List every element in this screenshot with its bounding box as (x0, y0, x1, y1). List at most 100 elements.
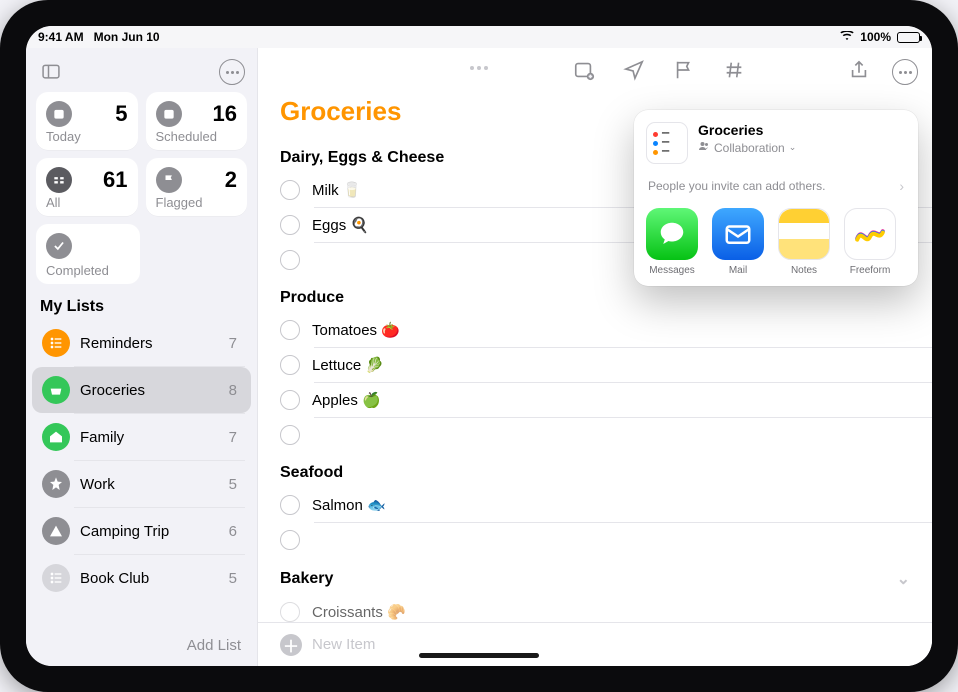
share-subtitle-text: Collaboration (714, 141, 785, 155)
flagged-label: Flagged (156, 195, 238, 210)
list-name: Reminders (80, 335, 219, 352)
item-text: Croissants 🥐 (312, 603, 406, 621)
smart-list-flagged[interactable]: 2 Flagged (146, 158, 248, 216)
list-bullet-icon (42, 329, 70, 357)
item-text: Eggs 🍳 (312, 216, 369, 234)
list-name: Camping Trip (80, 523, 219, 540)
list-count: 6 (229, 523, 237, 540)
section-header[interactable]: Bakery ⌄ (258, 557, 932, 595)
today-count: 5 (115, 101, 127, 127)
share-app-label: Mail (729, 265, 747, 276)
smart-list-scheduled[interactable]: 16 Scheduled (146, 92, 248, 150)
screen: 9:41 AM Mon Jun 10 100% (26, 26, 932, 666)
list-row-camping-trip[interactable]: Camping Trip 6 (32, 508, 251, 554)
ipad-device-frame: 9:41 AM Mon Jun 10 100% (0, 0, 958, 692)
item-text: Apples 🍏 (312, 391, 381, 409)
completed-label: Completed (46, 263, 130, 278)
reminders-app: 5 Today 16 Scheduled 6 (26, 48, 932, 666)
share-icon[interactable] (848, 59, 870, 86)
reminder-item[interactable]: Tomatoes 🍅 (258, 313, 932, 347)
chevron-right-icon: › (899, 178, 904, 194)
share-app-label: Notes (791, 265, 817, 276)
smart-list-all[interactable]: 61 All (36, 158, 138, 216)
item-radio[interactable] (280, 495, 300, 515)
empty-item-slot[interactable] (258, 418, 932, 452)
smart-list-today[interactable]: 5 Today (36, 92, 138, 150)
chevron-down-icon[interactable]: ⌄ (897, 569, 910, 589)
list-row-book-club[interactable]: Book Club 5 (32, 555, 251, 601)
share-app-mail[interactable]: Mail (712, 208, 764, 276)
smart-list-completed[interactable]: Completed (36, 224, 140, 284)
share-app-freeform[interactable]: Freeform (844, 208, 896, 276)
main-more-icon[interactable] (890, 58, 920, 86)
people-icon (698, 140, 710, 155)
section-header[interactable]: Seafood (258, 452, 932, 488)
list-row-family[interactable]: Family 7 (32, 414, 251, 460)
hashtag-icon[interactable] (723, 59, 745, 86)
add-list-button[interactable]: Add List (26, 625, 257, 666)
list-name: Family (80, 429, 219, 446)
location-icon[interactable] (623, 59, 645, 86)
reminder-item[interactable]: Lettuce 🥬 (258, 348, 932, 382)
scheduled-count: 16 (213, 101, 237, 127)
list-count: 7 (229, 335, 237, 352)
flag-icon[interactable] (673, 59, 695, 86)
plus-icon: ＋ (280, 634, 302, 656)
chevron-down-icon: ⌄ (789, 142, 797, 153)
item-radio[interactable] (280, 355, 300, 375)
share-app-messages[interactable]: Messages (646, 208, 698, 276)
all-count: 61 (103, 167, 127, 193)
empty-item-slot[interactable] (258, 523, 932, 557)
item-text: Tomatoes 🍅 (312, 321, 400, 339)
item-radio[interactable] (280, 320, 300, 340)
completed-icon (46, 233, 72, 259)
list-row-work[interactable]: Work 5 (32, 461, 251, 507)
share-note-text: People you invite can add others. (648, 179, 825, 193)
my-lists: Reminders 7 Groceries 8 (26, 320, 257, 625)
status-time: 9:41 AM (38, 30, 84, 44)
sidebar-toggle-icon[interactable] (36, 58, 66, 86)
list-bullet-icon (42, 564, 70, 592)
list-row-groceries[interactable]: Groceries 8 (32, 367, 251, 413)
list-row-reminders[interactable]: Reminders 7 (32, 320, 251, 366)
share-app-notes[interactable]: Notes (778, 208, 830, 276)
status-date: Mon Jun 10 (94, 30, 160, 44)
share-permissions-row[interactable]: People you invite can add others. › (634, 172, 918, 198)
battery-icon (897, 32, 920, 43)
freeform-icon (844, 208, 896, 260)
item-radio[interactable] (280, 215, 300, 235)
basket-icon (42, 376, 70, 404)
reminder-item[interactable]: Apples 🍏 (258, 383, 932, 417)
multitasking-handle[interactable] (470, 66, 488, 70)
list-count: 8 (229, 382, 237, 399)
share-app-label: Freeform (850, 265, 891, 276)
flagged-count: 2 (225, 167, 237, 193)
calendar-badge-icon[interactable] (573, 59, 595, 86)
mail-icon (712, 208, 764, 260)
section-name: Produce (280, 289, 344, 307)
all-icon (46, 167, 72, 193)
home-indicator[interactable] (419, 653, 539, 658)
new-item-button[interactable]: ＋ New Item (258, 622, 932, 666)
item-radio[interactable] (280, 390, 300, 410)
share-subtitle[interactable]: Collaboration ⌄ (698, 140, 796, 155)
scheduled-icon (156, 101, 182, 127)
section-name: Seafood (280, 464, 343, 482)
item-text: Milk 🥛 (312, 181, 362, 199)
item-radio[interactable] (280, 602, 300, 622)
item-text: Lettuce 🥬 (312, 356, 384, 374)
share-title: Groceries (698, 122, 796, 138)
reminder-item[interactable]: Salmon 🐟 (258, 488, 932, 522)
item-radio[interactable] (280, 530, 300, 550)
main-pane: Groceries Dairy, Eggs & Cheese Milk 🥛 Eg… (258, 48, 932, 666)
today-icon (46, 101, 72, 127)
sidebar-more-icon[interactable] (217, 58, 247, 86)
star-icon (42, 470, 70, 498)
item-radio[interactable] (280, 250, 300, 270)
wifi-icon (840, 30, 854, 44)
notes-icon (778, 208, 830, 260)
item-radio[interactable] (280, 180, 300, 200)
share-sheet-popover: ━━ ━━ ━━ Groceries Collaboration (634, 110, 918, 286)
item-radio[interactable] (280, 425, 300, 445)
list-name: Work (80, 476, 219, 493)
